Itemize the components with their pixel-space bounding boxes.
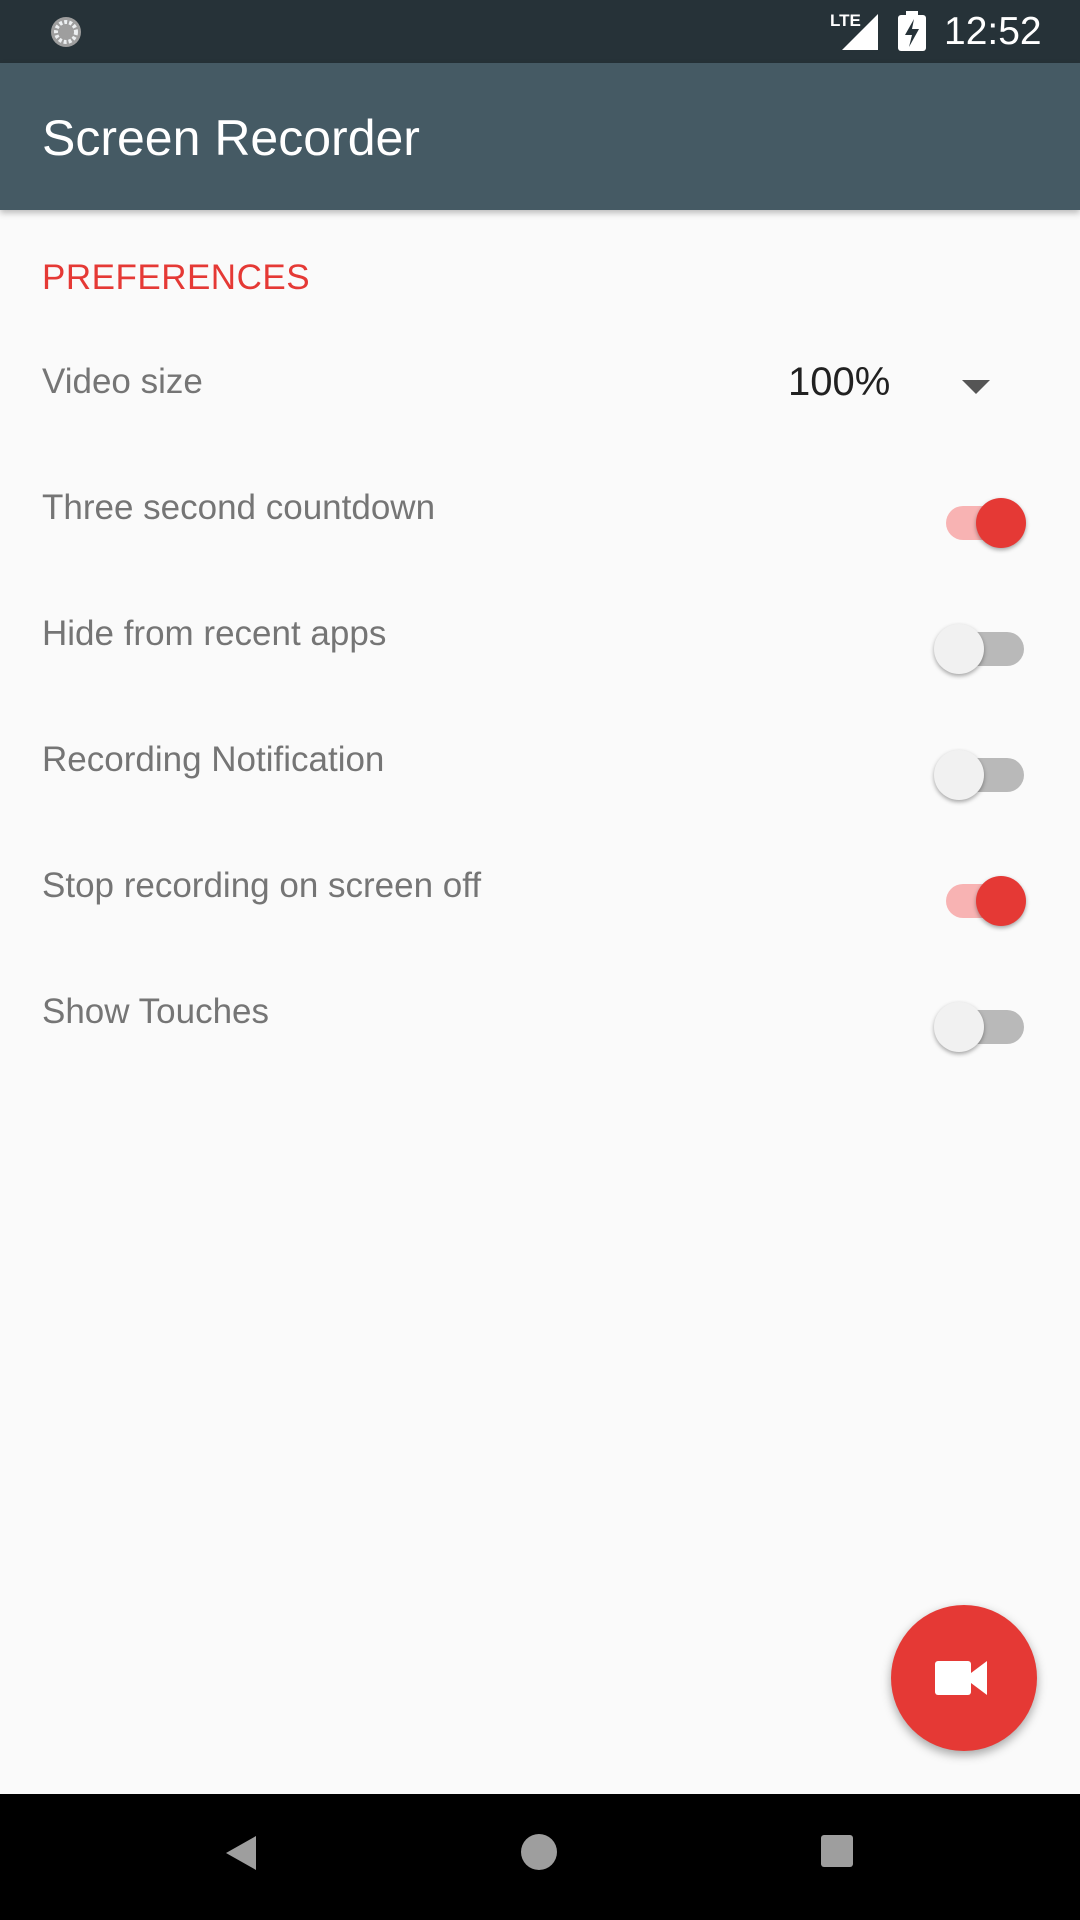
hide-recent-switch[interactable] bbox=[934, 620, 1030, 674]
signal-icon bbox=[842, 14, 878, 50]
pref-row-show-touches[interactable]: Show Touches bbox=[0, 954, 1080, 1080]
pref-label: Hide from recent apps bbox=[42, 614, 387, 653]
video-size-label: Video size bbox=[42, 362, 203, 401]
pref-row-three-second-countdown[interactable]: Three second countdown bbox=[0, 450, 1080, 576]
navigation-bar bbox=[0, 1794, 1080, 1920]
pref-label: Stop recording on screen off bbox=[42, 866, 482, 905]
pref-label: Three second countdown bbox=[42, 488, 436, 527]
switch-thumb bbox=[934, 1002, 984, 1052]
pref-label: Show Touches bbox=[42, 992, 270, 1031]
video-size-row[interactable]: Video size 100% bbox=[0, 324, 1080, 450]
countdown-switch[interactable] bbox=[940, 494, 1030, 548]
pref-row-stop-recording-on-screen-off[interactable]: Stop recording on screen off bbox=[0, 828, 1080, 954]
back-icon[interactable] bbox=[224, 1834, 258, 1872]
record-fab-button[interactable] bbox=[891, 1605, 1037, 1751]
pref-row-hide-from-recent-apps[interactable]: Hide from recent apps bbox=[0, 576, 1080, 702]
status-bar: LTE 12:52 bbox=[0, 0, 1080, 63]
section-header-preferences: PREFERENCES bbox=[42, 258, 311, 297]
app-bar: Screen Recorder bbox=[0, 63, 1080, 210]
home-icon[interactable] bbox=[521, 1834, 557, 1870]
pref-label: Recording Notification bbox=[42, 740, 385, 779]
sync-icon bbox=[51, 17, 81, 47]
dropdown-arrow-icon[interactable] bbox=[962, 380, 990, 394]
pref-row-recording-notification[interactable]: Recording Notification bbox=[0, 702, 1080, 828]
app-title: Screen Recorder bbox=[42, 110, 420, 166]
stop-on-screen-off-switch[interactable] bbox=[940, 872, 1030, 926]
recording-notification-switch[interactable] bbox=[934, 746, 1030, 800]
show-touches-switch[interactable] bbox=[934, 998, 1030, 1052]
video-size-value[interactable]: 100% bbox=[788, 360, 890, 405]
switch-thumb bbox=[976, 876, 1026, 926]
switch-thumb bbox=[976, 498, 1026, 548]
recents-icon[interactable] bbox=[821, 1835, 853, 1867]
videocam-icon bbox=[935, 1661, 987, 1695]
status-time: 12:52 bbox=[944, 10, 1042, 53]
switch-thumb bbox=[934, 624, 984, 674]
battery-charging-icon bbox=[898, 11, 926, 51]
switch-thumb bbox=[934, 750, 984, 800]
